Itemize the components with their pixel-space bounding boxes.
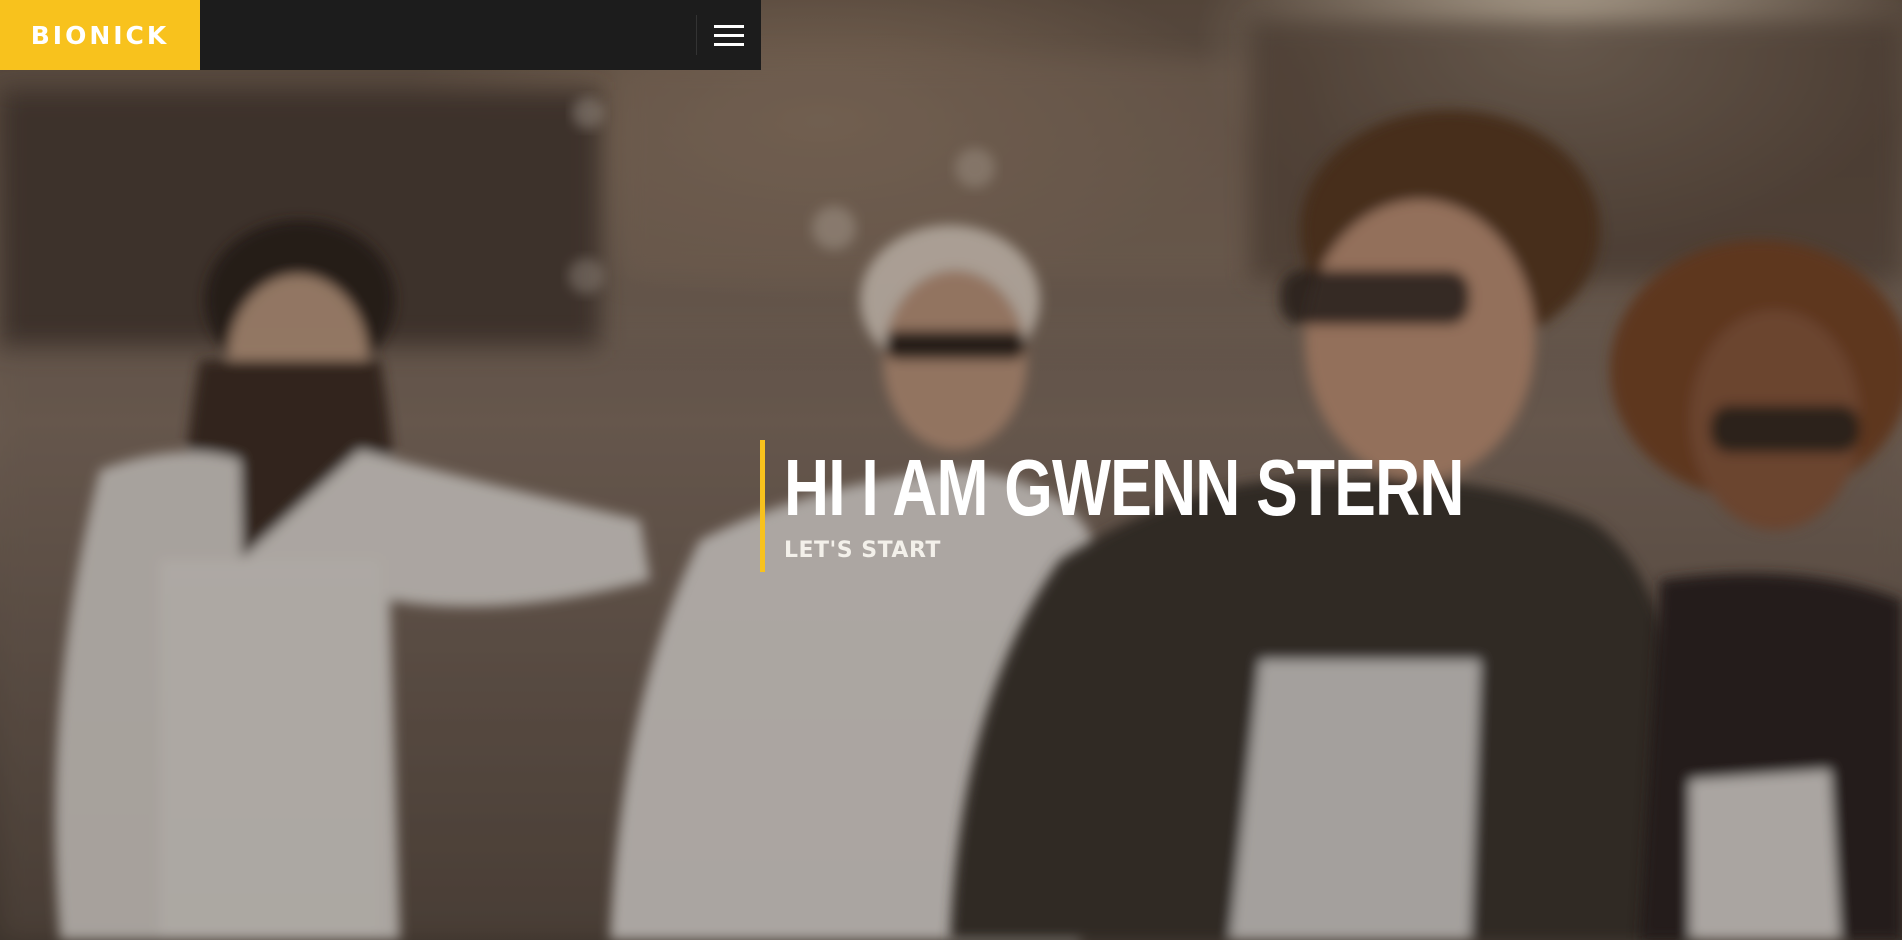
top-navbar: BIONICK: [0, 0, 761, 70]
logo-text: BIONICK: [30, 20, 170, 50]
hamburger-line: [714, 42, 744, 46]
hero-text-block: HI I AM GWENN STERN LET'S START: [760, 440, 1655, 572]
logo-link[interactable]: BIONICK: [0, 0, 200, 70]
lets-start-link[interactable]: LET'S START: [784, 538, 941, 563]
hero-title: HI I AM GWENN STERN: [784, 443, 1464, 532]
hamburger-line: [714, 24, 744, 28]
hamburger-line: [714, 33, 744, 37]
hamburger-menu-icon[interactable]: [697, 0, 761, 70]
navbar-spacer: [200, 0, 696, 70]
